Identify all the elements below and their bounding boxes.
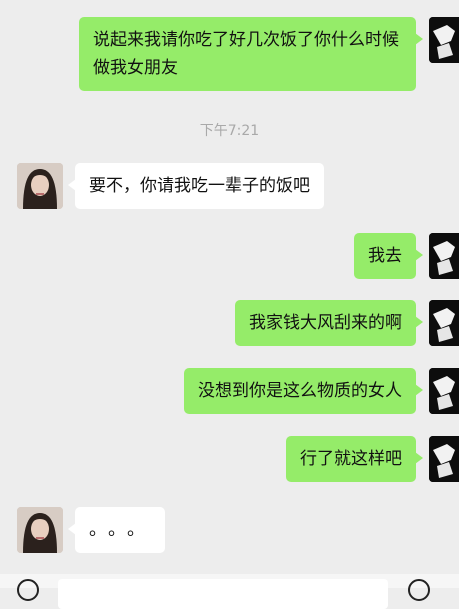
- message-text: 没想到你是这么物质的女人: [198, 381, 402, 401]
- avatar-self[interactable]: [429, 436, 459, 482]
- message-bubble-self[interactable]: 没想到你是这么物质的女人: [184, 368, 423, 414]
- timestamp: 下午7:21: [199, 123, 260, 139]
- avatar-self[interactable]: [429, 368, 459, 414]
- message-text: 我去: [368, 246, 402, 266]
- avatar-self[interactable]: [429, 233, 459, 279]
- message-bubble-self[interactable]: 行了就这样吧: [286, 436, 423, 482]
- message-bubble-self[interactable]: 我去: [354, 233, 423, 279]
- input-bar: [0, 574, 459, 609]
- voice-icon[interactable]: [17, 579, 39, 601]
- avatar-other[interactable]: [17, 163, 63, 209]
- message-text: 要不，你请我吃一辈子的饭吧: [89, 176, 310, 196]
- chat-area: 说起来我请你吃了好几次饭了你什么时候做我女朋友 下午7:21 要不，你请我吃一辈…: [0, 0, 459, 588]
- message-bubble-other[interactable]: 。。。: [68, 507, 165, 553]
- avatar-self[interactable]: [429, 300, 459, 346]
- message-text: 。。。: [89, 519, 155, 540]
- message-text: 行了就这样吧: [300, 449, 402, 469]
- message-bubble-other[interactable]: 要不，你请我吃一辈子的饭吧: [68, 163, 324, 209]
- message-text: 我家钱大风刮来的啊: [249, 313, 402, 333]
- message-bubble-self[interactable]: 我家钱大风刮来的啊: [235, 300, 423, 346]
- message-text: 说起来我请你吃了好几次饭了你什么时候做我女朋友: [93, 30, 399, 78]
- emoji-icon[interactable]: [408, 579, 430, 601]
- message-input[interactable]: [58, 579, 388, 609]
- message-bubble-self[interactable]: 说起来我请你吃了好几次饭了你什么时候做我女朋友: [79, 17, 423, 91]
- avatar-self[interactable]: [429, 17, 459, 63]
- avatar-other[interactable]: [17, 507, 63, 553]
